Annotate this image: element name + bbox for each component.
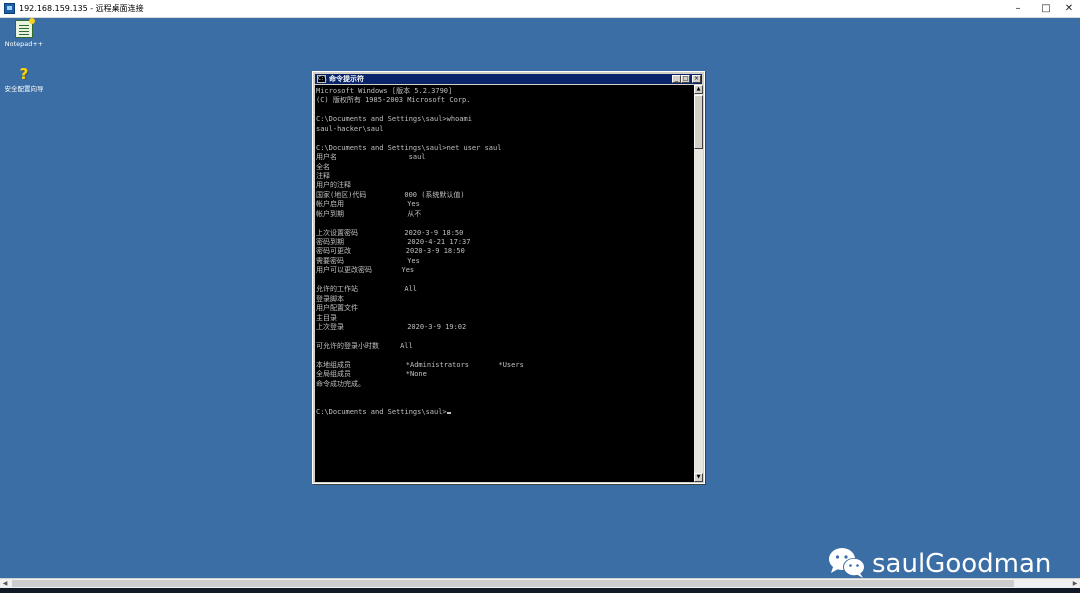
rdp-close-button[interactable]: ✕ bbox=[1058, 0, 1080, 18]
desktop-icon-security-config-wizard[interactable]: ? 安全配置向导 bbox=[0, 65, 48, 94]
console-line: 注释 bbox=[316, 171, 330, 180]
console-line: 上次设置密码 2020-3-9 18:50 bbox=[316, 228, 464, 237]
desktop-icon-notepad-plus-plus[interactable]: Notepad++ bbox=[0, 18, 48, 49]
console-line: 用户名 saul bbox=[316, 153, 426, 162]
console-line: 用户配置文件 bbox=[316, 304, 358, 313]
console-line: 需要密码 Yes bbox=[316, 256, 420, 265]
console-line: 可允许的登录小时数 All bbox=[316, 341, 413, 350]
console-line: 登录脚本 bbox=[316, 294, 344, 303]
console-line: saul-hacker\saul bbox=[316, 124, 384, 133]
console-line: C:\Documents and Settings\saul>net user … bbox=[316, 143, 502, 152]
console-cursor bbox=[446, 411, 451, 414]
watermark-text: saulGoodman bbox=[872, 549, 1052, 579]
cmd-titlebar[interactable]: C:\ 命令提示符 _ □ × bbox=[315, 74, 702, 84]
console-line: 上次登录 2020-3-9 19:02 bbox=[316, 322, 467, 331]
console-lines: Microsoft Windows [版本 5.2.3790] (C) 版权所有 … bbox=[316, 87, 524, 417]
console-vertical-scrollbar[interactable]: ▲ ▼ bbox=[694, 85, 703, 482]
console-line: 用户的注释 bbox=[316, 181, 351, 190]
console-line: 主目录 bbox=[316, 313, 337, 322]
scroll-down-icon[interactable]: ▼ bbox=[694, 473, 703, 482]
rdp-horizontal-scrollbar[interactable]: ◀ ▶ bbox=[0, 578, 1080, 588]
console-line: C:\Documents and Settings\saul> bbox=[316, 408, 524, 417]
security-config-wizard-icon: ? bbox=[19, 65, 29, 83]
notepad-plus-plus-icon bbox=[15, 18, 35, 38]
console-line: 本地组成员 *Administrators *Users bbox=[316, 360, 524, 369]
remote-desktop-icon bbox=[4, 3, 15, 14]
wechat-icon bbox=[829, 548, 865, 578]
horizontal-scroll-thumb[interactable] bbox=[12, 580, 1014, 587]
cmd-window[interactable]: C:\ 命令提示符 _ □ × Microsoft Windows [版本 5.… bbox=[312, 71, 705, 484]
console-line: 帐户启用 Yes bbox=[316, 200, 420, 209]
desktop-icon-label: Notepad++ bbox=[4, 40, 44, 48]
taskbar-strip bbox=[0, 588, 1080, 593]
console-line: 全局组成员 *None bbox=[316, 370, 427, 379]
cmd-close-button[interactable]: × bbox=[692, 75, 701, 83]
console-line: C:\Documents and Settings\saul>whoami bbox=[316, 115, 472, 124]
rdp-titlebar[interactable]: 192.168.159.135 - 远程桌面连接 – □ ✕ bbox=[0, 0, 1080, 18]
console-line: 用户可以更改密码 Yes bbox=[316, 266, 415, 275]
console-line: 国家(地区)代码 000 (系统默认值) bbox=[316, 190, 465, 199]
scroll-right-icon[interactable]: ▶ bbox=[1070, 579, 1080, 588]
console-line: (C) 版权所有 1985-2003 Microsoft Corp. bbox=[316, 96, 471, 105]
console-output[interactable]: Microsoft Windows [版本 5.2.3790] (C) 版权所有 … bbox=[315, 85, 694, 482]
cmd-window-title: 命令提示符 bbox=[329, 75, 364, 83]
scroll-left-icon[interactable]: ◀ bbox=[0, 579, 10, 588]
console-line: 密码可更改 2020-3-9 18:50 bbox=[316, 247, 465, 256]
console-line: 全名 bbox=[316, 162, 330, 171]
cmd-maximize-button[interactable]: □ bbox=[681, 75, 690, 83]
console-line: 命令成功完成。 bbox=[316, 379, 365, 388]
remote-desktop: Notepad++ ? 安全配置向导 C:\ 命令提示符 _ □ × Micro… bbox=[0, 18, 1080, 579]
cmd-icon: C:\ bbox=[317, 75, 328, 83]
rdp-minimize-button[interactable]: – bbox=[1007, 0, 1029, 18]
rdp-maximize-button[interactable]: □ bbox=[1035, 0, 1057, 18]
scroll-thumb[interactable] bbox=[694, 95, 703, 149]
rdp-window-title: 192.168.159.135 - 远程桌面连接 bbox=[19, 4, 144, 13]
scroll-up-icon[interactable]: ▲ bbox=[694, 85, 703, 94]
console-line: 允许的工作站 All bbox=[316, 285, 418, 294]
desktop-icon-label: 安全配置向导 bbox=[4, 85, 44, 93]
cmd-minimize-button[interactable]: _ bbox=[672, 75, 681, 83]
console-line: 帐户到期 从不 bbox=[316, 209, 422, 218]
